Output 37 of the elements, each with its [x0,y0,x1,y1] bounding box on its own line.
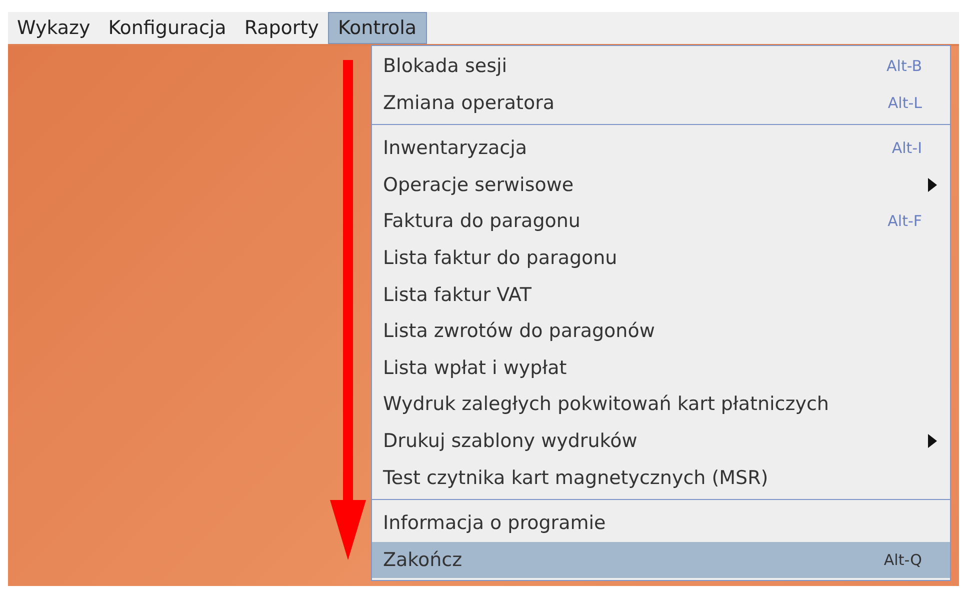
menu-item-label: Wydruk zaległych pokwitowań kart płatniczych [383,392,829,418]
menu-item-label: Informacja o programie [383,511,606,536]
menu-item[interactable]: Lista wpłat i wypłat [372,350,950,386]
menu-item[interactable]: Lista faktur do paragonu [372,240,950,277]
shortcut-label: Alt-L [888,92,922,114]
menu-item-label: Inwentaryzacja [383,136,528,162]
menu-item-label: Zakończ [383,548,462,573]
menu-item-label: Lista zwrotów do paragonów [383,319,655,344]
menu-item-label: Faktura do paragonu [383,209,580,234]
menu-item[interactable]: Test czytnika kart magnetycznych (MSR) [372,460,950,496]
shortcut-label: Alt-F [888,211,922,232]
menu-bar-item[interactable]: Konfiguracja [99,12,236,44]
menu-item[interactable]: Operacje serwisowe [372,166,950,204]
menu-item-label: Test czytnika kart magnetycznych (MSR) [383,466,768,491]
menu-bar-item[interactable]: Wykazy [8,12,100,44]
menu-item-label: Zmiana operatora [383,90,555,116]
menu-bar-item[interactable]: Kontrola [328,12,427,44]
menu-bar-item[interactable]: Raporty [235,12,328,44]
menu-item[interactable]: Zakończ Alt-Q [372,542,950,578]
menu-item-label: Lista faktur do paragonu [383,246,618,272]
menu-item[interactable]: Drukuj szablony wydruków [372,422,950,460]
menu-item-label: Operacje serwisowe [383,172,574,198]
menu-item[interactable]: Lista faktur VAT [372,276,950,314]
menu-item[interactable]: Inwentaryzacja Alt-I [372,130,950,167]
shortcut-label: Alt-I [892,138,922,160]
menu-item[interactable]: Faktura do paragonu Alt-F [372,203,950,240]
menu-item-label: Lista wpłat i wypłat [383,356,567,381]
menu-item-label: Drukuj szablony wydruków [383,428,638,454]
menu-item[interactable]: Zmiana operatora Alt-L [372,84,950,122]
menu-item-label: Lista faktur VAT [383,282,532,308]
menu-item-label: Blokada sesji [383,54,508,80]
menu-item[interactable]: Informacja o programie [372,505,950,542]
menu-item[interactable]: Blokada sesji Alt-B [372,48,950,85]
menu-item[interactable]: Lista zwrotów do paragonów [372,313,950,350]
shortcut-label: Alt-B [886,56,922,78]
menu-item[interactable]: Wydruk zaległych pokwitowań kart płatniczych [372,386,950,423]
shortcut-label: Alt-Q [884,550,922,571]
